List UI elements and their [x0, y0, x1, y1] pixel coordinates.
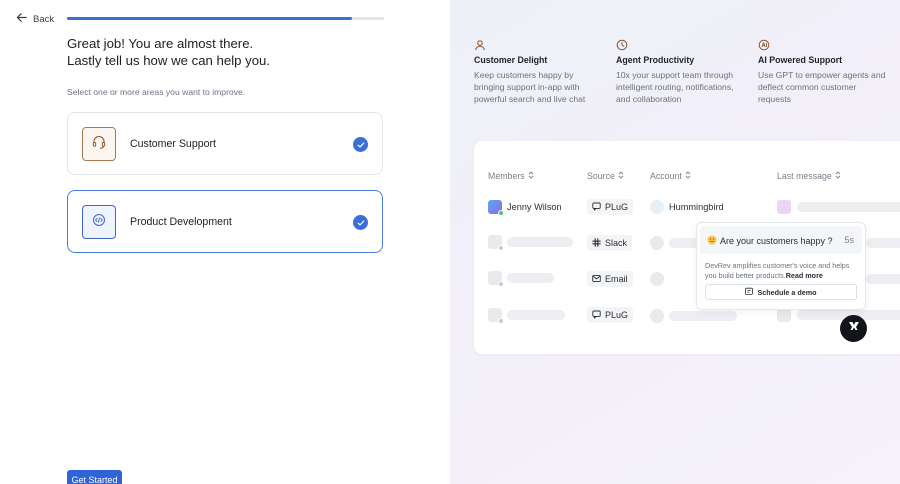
- smile-emoji-icon: [707, 235, 717, 247]
- column-header-label: Account: [650, 171, 682, 181]
- calendar-icon: [745, 287, 754, 297]
- name-placeholder: [507, 237, 573, 247]
- progress-bar: [67, 17, 384, 20]
- avatar: [488, 271, 504, 287]
- code-icon: [91, 212, 107, 233]
- avatar: [488, 200, 504, 216]
- source-label: Slack: [605, 238, 628, 248]
- headset-icon: [91, 134, 107, 155]
- message-placeholder: [866, 238, 900, 248]
- page-title-line-1: Great job! You are almost there.: [67, 36, 254, 51]
- page-title-line-2: Lastly tell us how we can help you.: [67, 52, 271, 68]
- feature-description: 10x your support team through intelligen…: [616, 70, 734, 104]
- feature-ai-powered-support: AI Powered Support Use GPT to empower ag…: [758, 38, 890, 105]
- checkmark-icon: [353, 137, 368, 152]
- avatar: [777, 308, 791, 322]
- option-icon-box: [82, 205, 116, 239]
- member-name: Jenny Wilson: [507, 202, 562, 212]
- checkmark-icon: [353, 215, 368, 230]
- progress-fill: [67, 17, 353, 20]
- sort-icon: [618, 171, 624, 181]
- customer-happiness-popup: Are your customers happy ? 5s DevRev amp…: [696, 222, 866, 310]
- email-icon: [592, 274, 601, 285]
- popup-question-text: Are your customers happy ?: [720, 236, 833, 246]
- feature-customer-delight: Customer Delight Keep customers happy by…: [474, 38, 604, 105]
- onboarding-panel: Back Great job! You are almost there. La…: [0, 0, 450, 484]
- devrev-logo-icon: [847, 319, 861, 338]
- sort-icon: [528, 171, 534, 181]
- avatar: [488, 308, 504, 324]
- account-placeholder: [650, 236, 664, 250]
- option-card-product-development[interactable]: Product Development: [67, 190, 383, 253]
- feature-title: Customer Delight: [474, 55, 548, 65]
- avatar: [777, 200, 791, 214]
- column-header-label: Last message: [777, 171, 832, 181]
- source-pill: Email: [587, 271, 633, 287]
- source-pill: Slack: [587, 235, 633, 251]
- feature-agent-productivity: Agent Productivity 10x your support team…: [616, 38, 746, 105]
- chat-bubble-icon: [592, 310, 601, 321]
- popup-question: Are your customers happy ?: [707, 235, 833, 247]
- chat-bubble-icon: [592, 202, 601, 213]
- name-placeholder: [507, 310, 565, 320]
- message-placeholder: [866, 274, 900, 284]
- back-button[interactable]: Back: [16, 12, 54, 26]
- feature-description: Use GPT to empower agents and deflect co…: [758, 70, 886, 104]
- source-label: PLuG: [605, 202, 629, 212]
- chat-launcher-button[interactable]: [840, 315, 867, 342]
- arrow-left-icon: [16, 12, 27, 26]
- page-title: Great job! You are almost there. Lastly …: [67, 36, 387, 69]
- ai-icon: [758, 38, 770, 51]
- source-pill: PLuG: [587, 307, 634, 323]
- account-placeholder: [650, 272, 664, 286]
- column-header-members[interactable]: Members: [488, 171, 534, 181]
- slack-icon: [592, 237, 601, 249]
- feature-title: AI Powered Support: [758, 55, 843, 65]
- person-icon: [474, 38, 486, 51]
- marketing-panel: Customer Delight Keep customers happy by…: [450, 0, 900, 484]
- option-label: Product Development: [130, 216, 232, 228]
- back-label: Back: [33, 13, 55, 25]
- column-header-last-message[interactable]: Last message: [777, 171, 841, 181]
- feature-description: Keep customers happy by bringing support…: [474, 70, 586, 104]
- option-label: Customer Support: [130, 138, 216, 150]
- clock-icon: [616, 38, 628, 51]
- popup-body: DevRev amplifies customer's voice and he…: [705, 261, 861, 281]
- schedule-demo-button[interactable]: Schedule a demo: [705, 284, 857, 300]
- source-label: PLuG: [605, 310, 629, 320]
- feature-title: Agent Productivity: [616, 55, 695, 65]
- selection-hint: Select one or more areas you want to imp…: [67, 87, 246, 97]
- read-more-link[interactable]: Read more: [786, 271, 823, 280]
- column-header-label: Source: [587, 171, 615, 181]
- message-placeholder: [797, 202, 900, 212]
- avatar: [488, 235, 504, 251]
- get-started-button[interactable]: Get Started: [67, 470, 122, 484]
- column-header-source[interactable]: Source: [587, 171, 624, 181]
- option-card-customer-support[interactable]: Customer Support: [67, 112, 383, 175]
- sort-icon: [835, 171, 841, 181]
- account-placeholder: [650, 309, 664, 323]
- source-label: Email: [605, 274, 628, 284]
- sort-icon: [685, 171, 691, 181]
- account-name: Hummingbird: [669, 202, 724, 212]
- source-pill: PLuG: [587, 199, 634, 215]
- account-placeholder: [669, 311, 737, 321]
- schedule-demo-label: Schedule a demo: [757, 287, 817, 297]
- name-placeholder: [507, 273, 554, 283]
- column-header-label: Members: [488, 171, 525, 181]
- column-header-account[interactable]: Account: [650, 171, 691, 181]
- popup-body-text: DevRev amplifies customer's voice and he…: [705, 261, 850, 280]
- option-icon-box: [82, 127, 116, 161]
- hummingbird-logo: [650, 200, 664, 214]
- popup-timestamp: 5s: [844, 235, 854, 245]
